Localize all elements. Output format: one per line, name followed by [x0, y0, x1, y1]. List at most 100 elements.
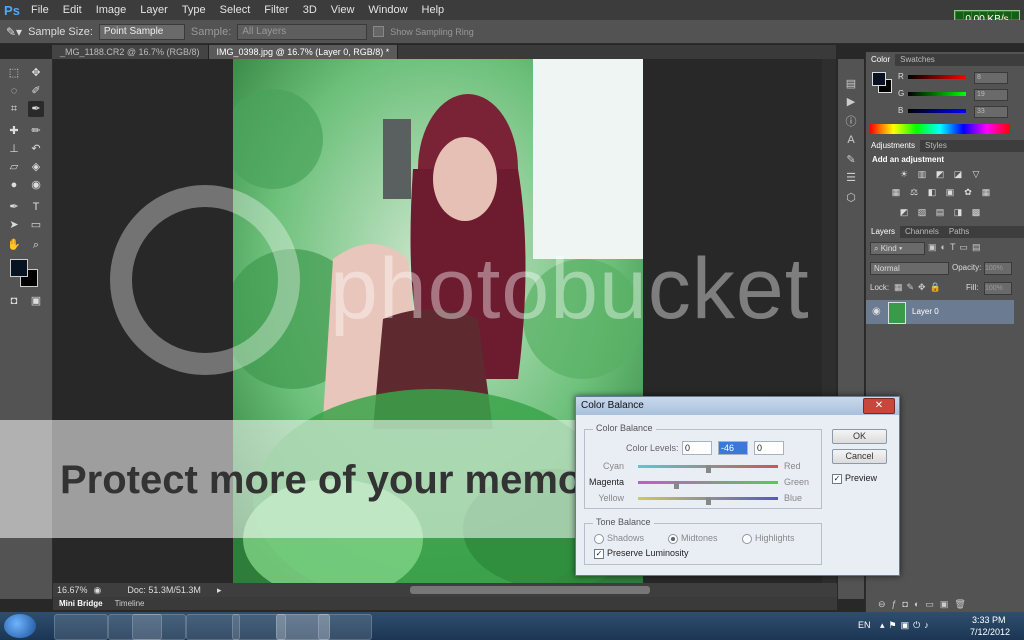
close-button[interactable]: ✕: [863, 398, 895, 414]
menu-file[interactable]: File: [24, 4, 56, 16]
screen-mode-icon[interactable]: ▣: [28, 293, 44, 309]
layer-filter-icons[interactable]: ▣◐T▭▤: [928, 242, 984, 253]
tab-adjustments[interactable]: Adjustments: [866, 140, 921, 152]
fill-value[interactable]: 100%: [984, 282, 1012, 295]
level-yellow-blue-input[interactable]: 0: [754, 441, 784, 455]
threshold-icon[interactable]: ▤: [934, 206, 946, 218]
hue-saturation-icon[interactable]: ▦: [890, 186, 902, 198]
blue-value[interactable]: 33: [974, 106, 1008, 118]
menu-type[interactable]: Type: [175, 4, 213, 16]
lock-icons[interactable]: ▦✎✥🔒: [894, 282, 945, 293]
menu-filter[interactable]: Filter: [257, 4, 295, 16]
tab-color[interactable]: Color: [866, 54, 896, 66]
magenta-green-slider[interactable]: [638, 481, 778, 489]
tray-icons[interactable]: ▴⚑▣⏻♪: [880, 620, 933, 631]
level-cyan-red-input[interactable]: 0: [682, 441, 712, 455]
properties-panel-icon[interactable]: ☰: [844, 171, 858, 185]
marquee-tool-icon[interactable]: ⬚: [6, 65, 22, 81]
midtones-radio[interactable]: Midtones: [668, 533, 718, 544]
blend-mode-select[interactable]: Normal: [870, 262, 949, 275]
black-white-icon[interactable]: ◧: [926, 186, 938, 198]
green-value[interactable]: 19: [974, 89, 1008, 101]
menu-3d[interactable]: 3D: [296, 4, 324, 16]
red-value[interactable]: 8: [974, 72, 1008, 84]
crop-tool-icon[interactable]: ⌗: [6, 101, 22, 117]
menu-view[interactable]: View: [324, 4, 362, 16]
gradient-map-icon[interactable]: ◨: [952, 206, 964, 218]
menu-edit[interactable]: Edit: [56, 4, 89, 16]
dodge-tool-icon[interactable]: ◉: [28, 177, 44, 193]
paint-bucket-tool-icon[interactable]: ◈: [28, 159, 44, 175]
color-balance-icon[interactable]: ⚖: [908, 186, 920, 198]
hand-tool-icon[interactable]: ✋: [6, 237, 22, 253]
brightness-icon[interactable]: ☀: [898, 168, 910, 180]
layer-bottom-icons[interactable]: ⊖ƒ◘◐▭▣🗑: [878, 599, 972, 610]
selective-color-icon[interactable]: ▩: [970, 206, 982, 218]
curves-icon[interactable]: ◩: [934, 168, 946, 180]
move-tool-icon[interactable]: ✥: [28, 65, 44, 81]
eyedropper-icon[interactable]: ✎▾: [6, 25, 22, 39]
sample-select[interactable]: All Layers: [237, 23, 368, 40]
quick-mask-icon[interactable]: ◘: [6, 293, 22, 309]
history-panel-icon[interactable]: ▤: [844, 77, 858, 91]
preserve-luminosity-checkbox[interactable]: ✓ Preserve Luminosity: [594, 548, 689, 559]
chrome-taskbar-icon[interactable]: [54, 614, 108, 640]
info-panel-icon[interactable]: ⓘ: [844, 115, 858, 129]
character-panel-icon[interactable]: A: [844, 133, 858, 147]
quick-select-tool-icon[interactable]: ✐: [28, 83, 44, 99]
menu-image[interactable]: Image: [89, 4, 134, 16]
layer-name[interactable]: Layer 0: [912, 307, 939, 316]
tab-paths[interactable]: Paths: [944, 226, 974, 238]
horizontal-scrollbar[interactable]: [410, 586, 650, 594]
blue-slider[interactable]: [908, 109, 966, 113]
paint-taskbar-icon[interactable]: [318, 614, 372, 640]
highlights-radio[interactable]: Highlights: [742, 533, 795, 544]
tab-mg1188[interactable]: _MG_1188.CR2 @ 16.7% (RGB/8): [52, 45, 209, 59]
utorrent-taskbar-icon[interactable]: [132, 614, 186, 640]
sampling-ring-checkbox[interactable]: [373, 26, 385, 37]
pen-tool-icon[interactable]: ✒: [6, 199, 22, 215]
yellow-blue-slider[interactable]: [638, 497, 778, 505]
status-arrow-icon[interactable]: ▸: [217, 585, 222, 596]
exposure-icon[interactable]: ◪: [952, 168, 964, 180]
eyedropper-tool-icon[interactable]: ✒: [28, 101, 44, 117]
tab-layers[interactable]: Layers: [866, 226, 901, 238]
brush-panel-icon[interactable]: ✎: [844, 153, 858, 167]
photo-filter-icon[interactable]: ▣: [944, 186, 956, 198]
kind-filter[interactable]: ⌕ Kind ▾: [870, 242, 925, 255]
language-indicator[interactable]: EN: [858, 620, 871, 630]
opacity-value[interactable]: 100%: [984, 262, 1012, 275]
blur-tool-icon[interactable]: ●: [6, 177, 22, 193]
type-tool-icon[interactable]: T: [28, 199, 44, 215]
zoom-tool-icon[interactable]: ⌕: [28, 237, 44, 253]
visibility-eye-icon[interactable]: ◉: [872, 306, 881, 317]
actions-panel-icon[interactable]: ▶: [844, 95, 858, 109]
brush-tool-icon[interactable]: ✏: [28, 123, 44, 139]
menu-window[interactable]: Window: [361, 4, 414, 16]
clock-date[interactable]: 7/12/2012: [970, 627, 1010, 637]
cancel-button[interactable]: Cancel: [832, 449, 887, 464]
color-spectrum[interactable]: [870, 124, 1010, 134]
healing-tool-icon[interactable]: ✚: [6, 123, 22, 139]
vibrance-icon[interactable]: ▽: [970, 168, 982, 180]
shape-tool-icon[interactable]: ▭: [28, 217, 44, 233]
cyan-red-slider[interactable]: [638, 465, 778, 473]
tab-mini-bridge[interactable]: Mini Bridge: [53, 599, 109, 608]
menu-help[interactable]: Help: [415, 4, 452, 16]
tab-swatches[interactable]: Swatches: [895, 54, 940, 66]
layer-row[interactable]: ◉ Layer 0: [866, 300, 1014, 324]
magenta-green-thumb[interactable]: [674, 481, 680, 489]
red-slider[interactable]: [908, 75, 966, 79]
lasso-tool-icon[interactable]: ◌: [6, 83, 22, 99]
invert-icon[interactable]: ◩: [898, 206, 910, 218]
status-info-icon[interactable]: ◉: [94, 585, 102, 596]
clone-stamp-tool-icon[interactable]: ⊥: [6, 141, 22, 157]
shadows-radio[interactable]: Shadows: [594, 533, 644, 544]
clock-time[interactable]: 3:33 PM: [972, 615, 1006, 625]
posterize-icon[interactable]: ▨: [916, 206, 928, 218]
menu-layer[interactable]: Layer: [133, 4, 175, 16]
tab-timeline[interactable]: Timeline: [109, 599, 151, 608]
menu-select[interactable]: Select: [213, 4, 258, 16]
level-magenta-green-input[interactable]: -46: [718, 441, 748, 455]
color-lookup-icon[interactable]: ▦: [980, 186, 992, 198]
